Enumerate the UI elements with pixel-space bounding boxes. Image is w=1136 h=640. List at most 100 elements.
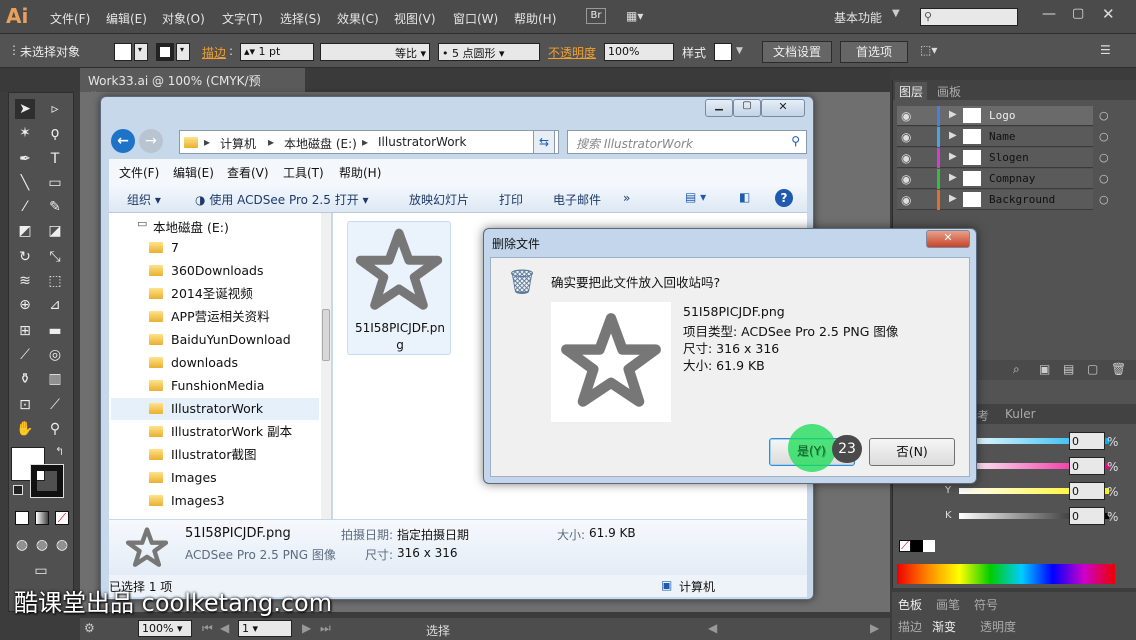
swap-colors-icon[interactable]: ↰ <box>55 445 64 458</box>
artboard-number-field[interactable]: 1 ▾ <box>238 620 292 637</box>
black-value[interactable]: 0 <box>1069 507 1105 525</box>
layer-row[interactable]: ◉ ▶ Slogen <box>897 148 1093 168</box>
free-transform-icon[interactable]: ⬚ <box>45 271 65 291</box>
eyedropper-icon[interactable]: ⟋ <box>15 345 35 365</box>
tree-scrollbar[interactable] <box>321 213 331 519</box>
fill-swatch[interactable] <box>114 43 132 61</box>
hand-tool-icon[interactable]: ✋ <box>15 419 35 439</box>
rotate-tool-icon[interactable]: ↻ <box>15 247 35 267</box>
document-tab[interactable]: Work33.ai @ 100% (CMYK/预览)× <box>80 68 305 105</box>
view-options-icon[interactable]: ▤ ▾ <box>685 190 706 204</box>
maximize-icon[interactable]: ▢ <box>1072 6 1084 21</box>
line-tool-icon[interactable]: ╲ <box>15 173 35 193</box>
type-tool-icon[interactable]: T <box>45 149 65 169</box>
tab-color-guide[interactable]: 考 <box>977 407 989 424</box>
folder-tree-item[interactable]: Images3 <box>149 490 319 512</box>
folder-tree-item[interactable]: IllustratorWork <box>111 398 319 420</box>
stroke-dropdown-icon[interactable]: ▾ <box>176 43 190 61</box>
slideshow-button[interactable]: 放映幻灯片 <box>409 191 469 208</box>
explorer-minimize-icon[interactable]: ▁ <box>705 99 733 117</box>
menu-view[interactable]: 视图(V) <box>394 10 436 27</box>
yellow-value[interactable]: 0 <box>1069 482 1105 500</box>
back-icon[interactable]: ← <box>111 129 135 153</box>
menu-file[interactable]: 文件(F) <box>50 10 90 27</box>
blob-brush-icon[interactable]: ◩ <box>15 221 35 241</box>
draw-behind-icon[interactable]: ◍ <box>33 535 51 555</box>
tab-brushes[interactable]: 画笔 <box>936 596 960 613</box>
folder-tree-item[interactable]: Illustrator截图 <box>149 444 319 466</box>
align-icon[interactable]: ⬚▾ <box>920 43 937 57</box>
warp-tool-icon[interactable]: ≋ <box>15 271 35 291</box>
folder-tree-item[interactable]: downloads <box>149 352 319 374</box>
menu-type[interactable]: 文字(T) <box>222 10 263 27</box>
screen-mode-icon[interactable]: ▭ <box>29 561 53 581</box>
visibility-eye-icon[interactable]: ◉ <box>901 151 911 165</box>
layer-row[interactable]: ◉ ▶ Logo <box>897 106 1093 126</box>
layer-row[interactable]: ◉ ▶ Name <box>897 127 1093 147</box>
breadcrumb-computer[interactable]: 计算机 <box>220 135 256 152</box>
preferences-button[interactable]: 首选项 <box>840 41 908 63</box>
last-artboard-icon[interactable]: ⏭ <box>320 621 331 636</box>
folder-tree-item[interactable]: 360Downloads <box>149 260 319 282</box>
zoom-field[interactable]: 100% ▾ <box>138 620 192 637</box>
tab-symbols[interactable]: 符号 <box>974 596 998 613</box>
variable-width-profile[interactable]: 等比 ▾ <box>320 43 430 61</box>
next-artboard-icon[interactable]: ▶ <box>302 621 311 635</box>
first-artboard-icon[interactable]: ⏮ <box>202 621 213 636</box>
trash-icon[interactable]: 🗑 <box>1111 362 1126 376</box>
folder-tree-item[interactable]: FunshionMedia <box>149 375 319 397</box>
folder-tree-item[interactable]: BaiduYunDownload <box>149 329 319 351</box>
visibility-eye-icon[interactable]: ◉ <box>901 172 911 186</box>
address-bar[interactable]: ▸ 计算机 ▸ 本地磁盘 (E:) ▸ IllustratorWork ▼ <box>179 130 559 154</box>
minimize-icon[interactable]: — <box>1042 6 1056 22</box>
menu-window[interactable]: 窗口(W) <box>453 10 498 27</box>
workspace-switcher[interactable]: 基本功能 <box>834 9 882 26</box>
folder-tree-item[interactable]: 7 <box>149 237 319 259</box>
arrange-docs-icon[interactable]: ▦▾ <box>626 9 652 23</box>
opacity-label[interactable]: 不透明度 <box>548 44 596 61</box>
blend-tool-icon[interactable]: ◎ <box>45 345 65 365</box>
expand-arrow-icon[interactable]: ▶ <box>949 130 957 141</box>
expand-arrow-icon[interactable]: ▶ <box>949 109 957 120</box>
slice-tool-icon[interactable]: ⟋ <box>45 395 65 415</box>
tab-artboards[interactable]: 画板 <box>933 82 965 100</box>
visibility-eye-icon[interactable]: ◉ <box>901 130 911 144</box>
help-search-input[interactable]: ⚲ <box>920 8 1018 26</box>
pencil-icon[interactable]: ✎ <box>45 197 65 217</box>
breadcrumb-folder[interactable]: IllustratorWork <box>378 135 466 149</box>
scroll-right-icon[interactable]: ▶ <box>870 621 879 635</box>
forward-icon[interactable]: → <box>139 129 163 153</box>
shape-builder-icon[interactable]: ⊕ <box>15 295 35 315</box>
black-swatch[interactable] <box>911 540 923 552</box>
workspace-dropdown-icon[interactable]: ▼ <box>892 8 900 19</box>
tree-root-drive[interactable]: 本地磁盘 (E:) <box>153 217 229 236</box>
style-swatch[interactable] <box>714 43 732 61</box>
gradient-mode-icon[interactable] <box>35 511 49 525</box>
file-item[interactable]: 51I58PICJDF.pn g <box>347 221 451 355</box>
menu-help[interactable]: 帮助(H) <box>514 10 556 27</box>
locate-icon[interactable]: ⌕ <box>1013 362 1020 377</box>
opacity-field[interactable]: 100% <box>604 43 674 61</box>
bridge-button[interactable]: Br <box>586 8 606 24</box>
style-dropdown-icon[interactable]: ▼ <box>736 46 743 56</box>
tab-kuler[interactable]: Kuler <box>1005 407 1036 421</box>
folder-tree-item[interactable]: APP营运相关资料 <box>149 306 319 328</box>
exp-menu-tools[interactable]: 工具(T) <box>283 164 324 181</box>
help-icon[interactable]: ? <box>775 189 793 207</box>
color-mode-icon[interactable] <box>15 511 29 525</box>
exp-menu-file[interactable]: 文件(F) <box>119 164 159 181</box>
scrollbar-thumb[interactable] <box>322 309 330 361</box>
explorer-close-icon[interactable]: ✕ <box>761 99 805 117</box>
layer-row[interactable]: ◉ ▶ Compnay <box>897 169 1093 189</box>
lasso-icon[interactable]: ϙ <box>45 123 65 143</box>
perspective-grid-icon[interactable]: ⊿ <box>45 295 65 315</box>
draw-inside-icon[interactable]: ◍ <box>53 535 71 555</box>
stroke-weight-field[interactable]: ▴▾ 1 pt <box>240 43 314 61</box>
draw-normal-icon[interactable]: ◍ <box>13 535 31 555</box>
organize-button[interactable]: 组织 ▾ <box>127 191 161 208</box>
cyan-value[interactable]: 0 <box>1069 432 1105 450</box>
panel-menu-icon[interactable]: ☰ <box>1100 43 1111 57</box>
stroke-color-swatch[interactable] <box>30 464 64 498</box>
no-button[interactable]: 否(N) <box>869 438 955 466</box>
scroll-left-icon[interactable]: ◀ <box>708 621 717 635</box>
